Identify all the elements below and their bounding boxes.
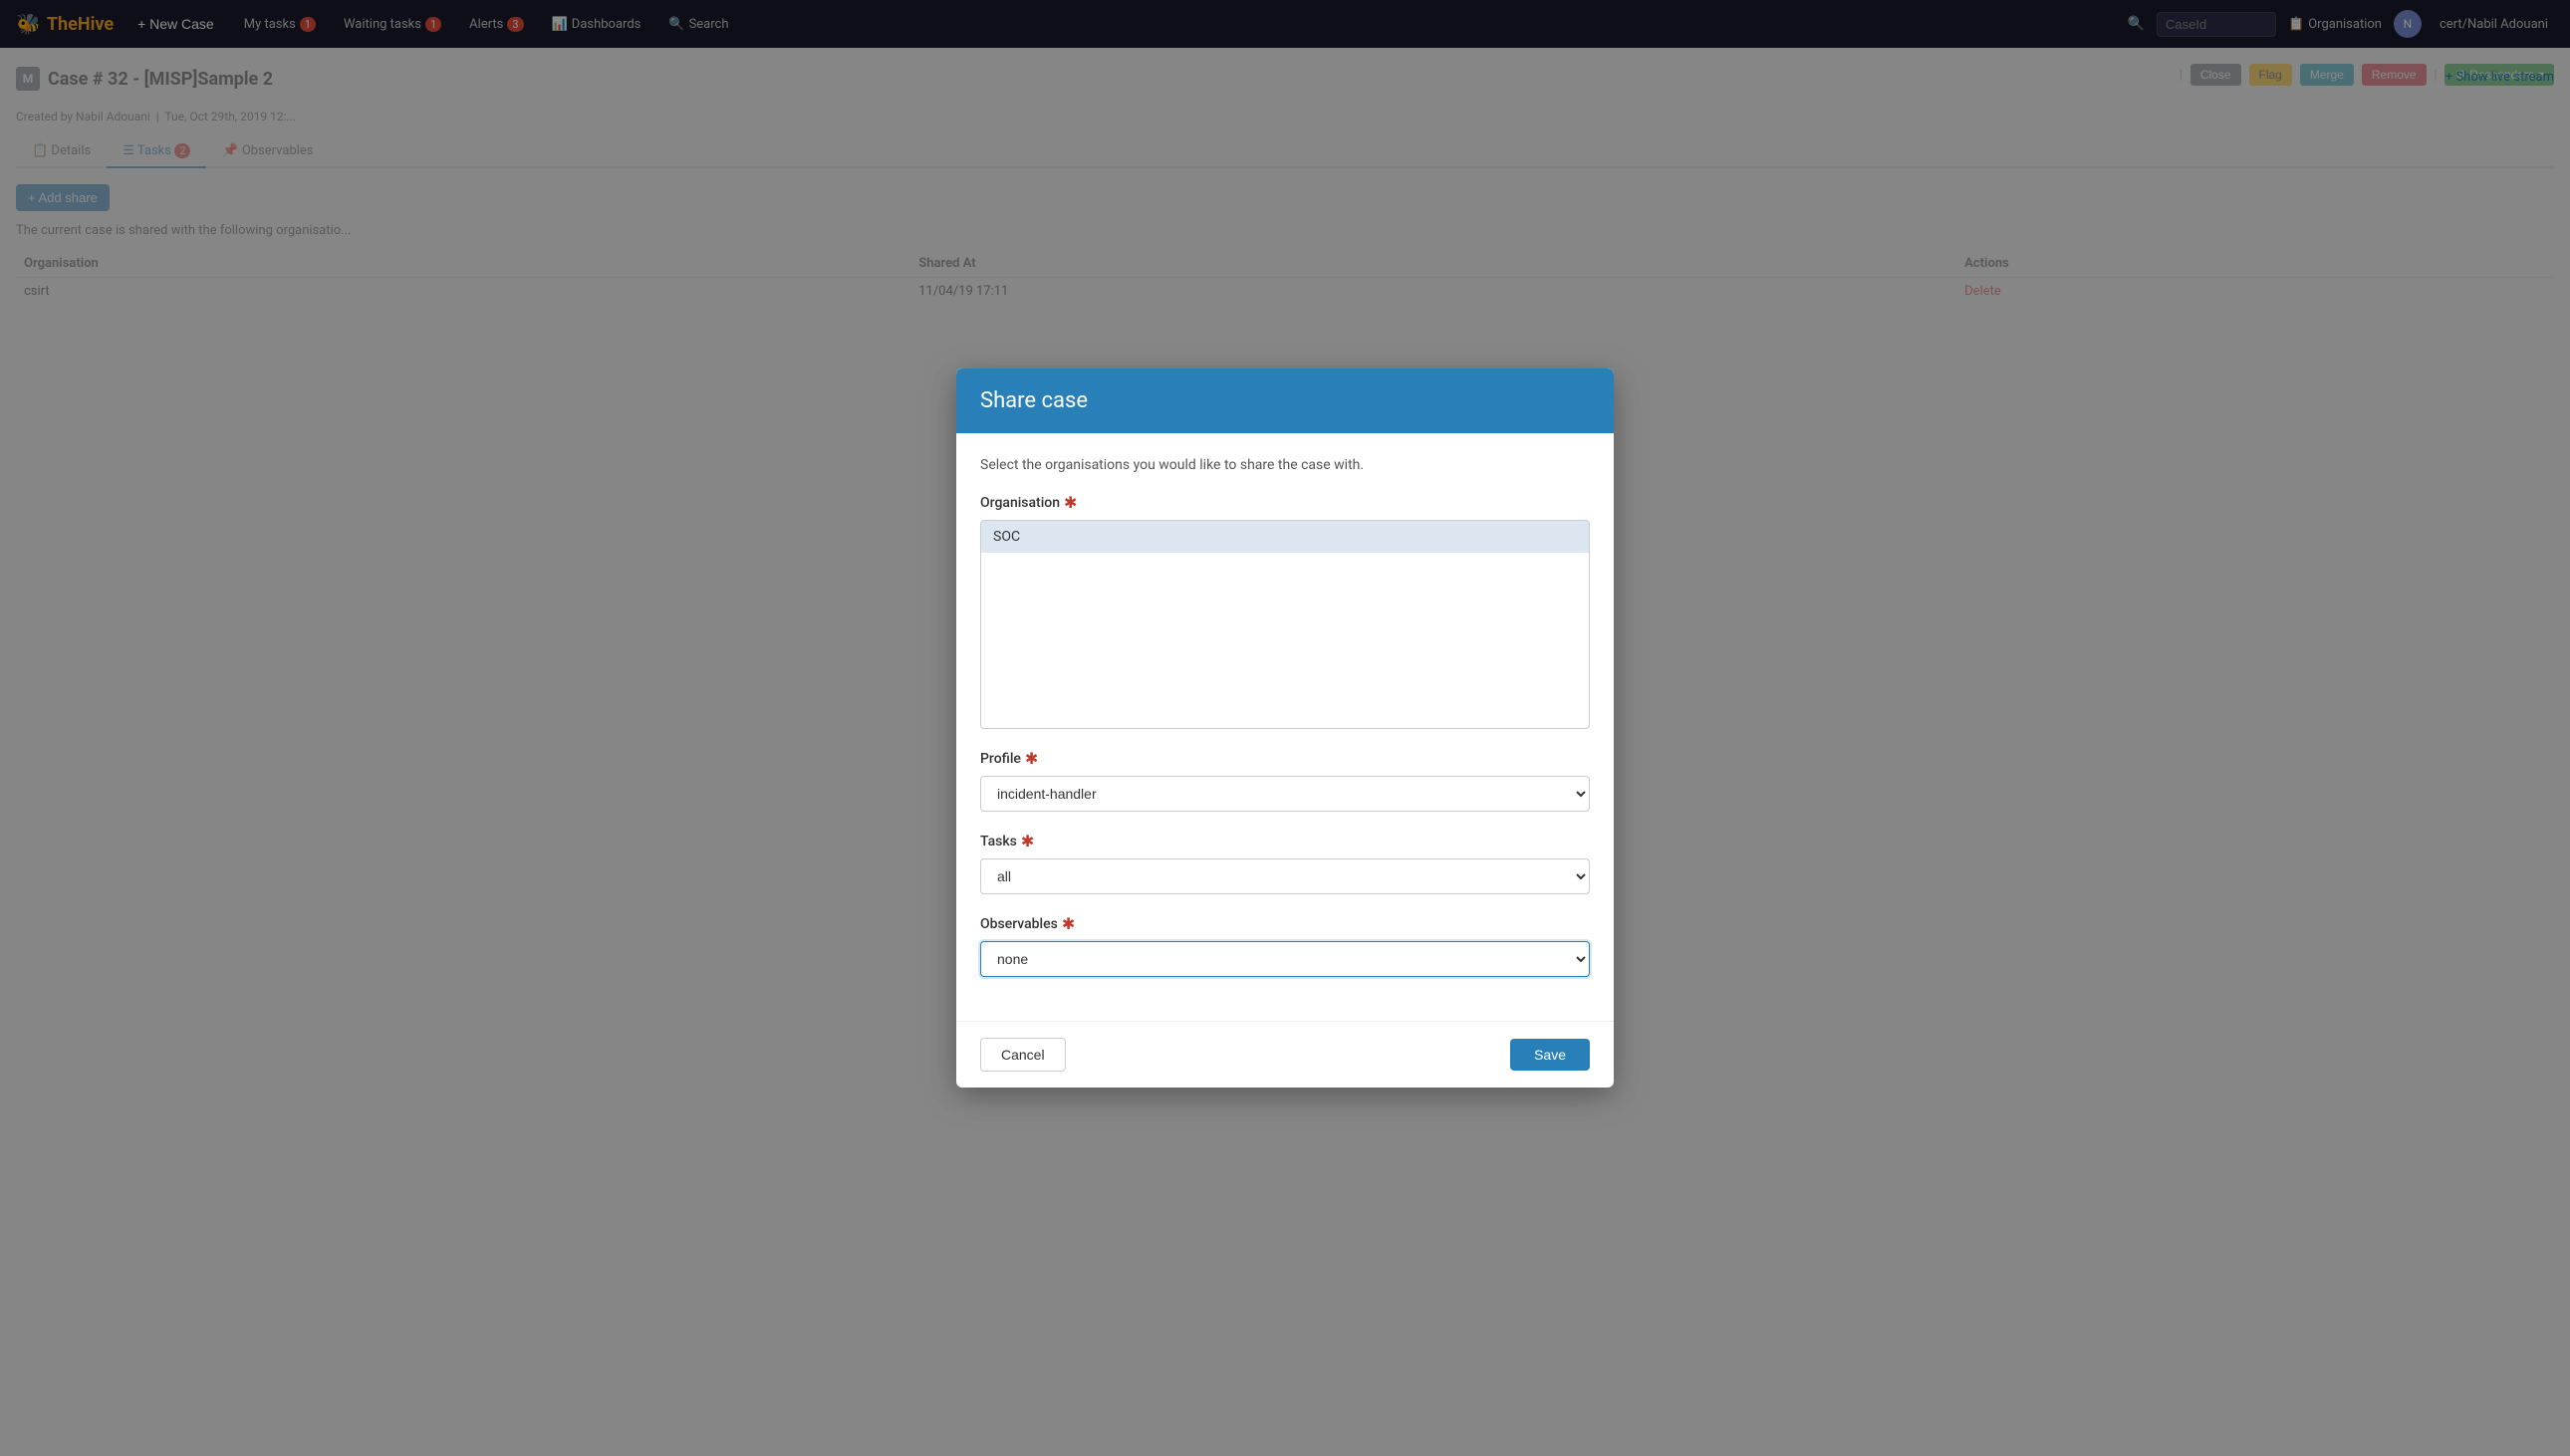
tasks-field: Tasks ✱ all none selected: [980, 832, 1590, 894]
tasks-select[interactable]: all none selected: [980, 858, 1590, 894]
org-option-soc[interactable]: SOC: [981, 521, 1589, 553]
organisation-field: Organisation ✱ SOC: [980, 493, 1590, 729]
save-button[interactable]: Save: [1510, 1039, 1590, 1071]
modal-subtitle: Select the organisations you would like …: [980, 457, 1590, 473]
cancel-button[interactable]: Cancel: [980, 1038, 1066, 1072]
org-required-star: ✱: [1064, 493, 1077, 512]
organisation-label: Organisation ✱: [980, 493, 1590, 512]
observables-required-star: ✱: [1062, 914, 1075, 933]
profile-required-star: ✱: [1025, 749, 1038, 768]
profile-label: Profile ✱: [980, 749, 1590, 768]
organisation-listbox[interactable]: SOC: [980, 520, 1590, 729]
modal-header: Share case: [956, 368, 1614, 433]
profile-select[interactable]: incident-handler analyst read-only: [980, 776, 1590, 812]
modal-body: Select the organisations you would like …: [956, 433, 1614, 1021]
share-case-modal: Share case Select the organisations you …: [956, 368, 1614, 1088]
profile-field: Profile ✱ incident-handler analyst read-…: [980, 749, 1590, 812]
observables-field: Observables ✱ none all selected: [980, 914, 1590, 977]
tasks-required-star: ✱: [1021, 832, 1034, 850]
modal-title: Share case: [980, 388, 1590, 413]
modal-footer: Cancel Save: [956, 1021, 1614, 1088]
modal-overlay: Share case Select the organisations you …: [0, 0, 2570, 1456]
observables-select[interactable]: none all selected: [980, 941, 1590, 977]
tasks-label: Tasks ✱: [980, 832, 1590, 850]
observables-label: Observables ✱: [980, 914, 1590, 933]
